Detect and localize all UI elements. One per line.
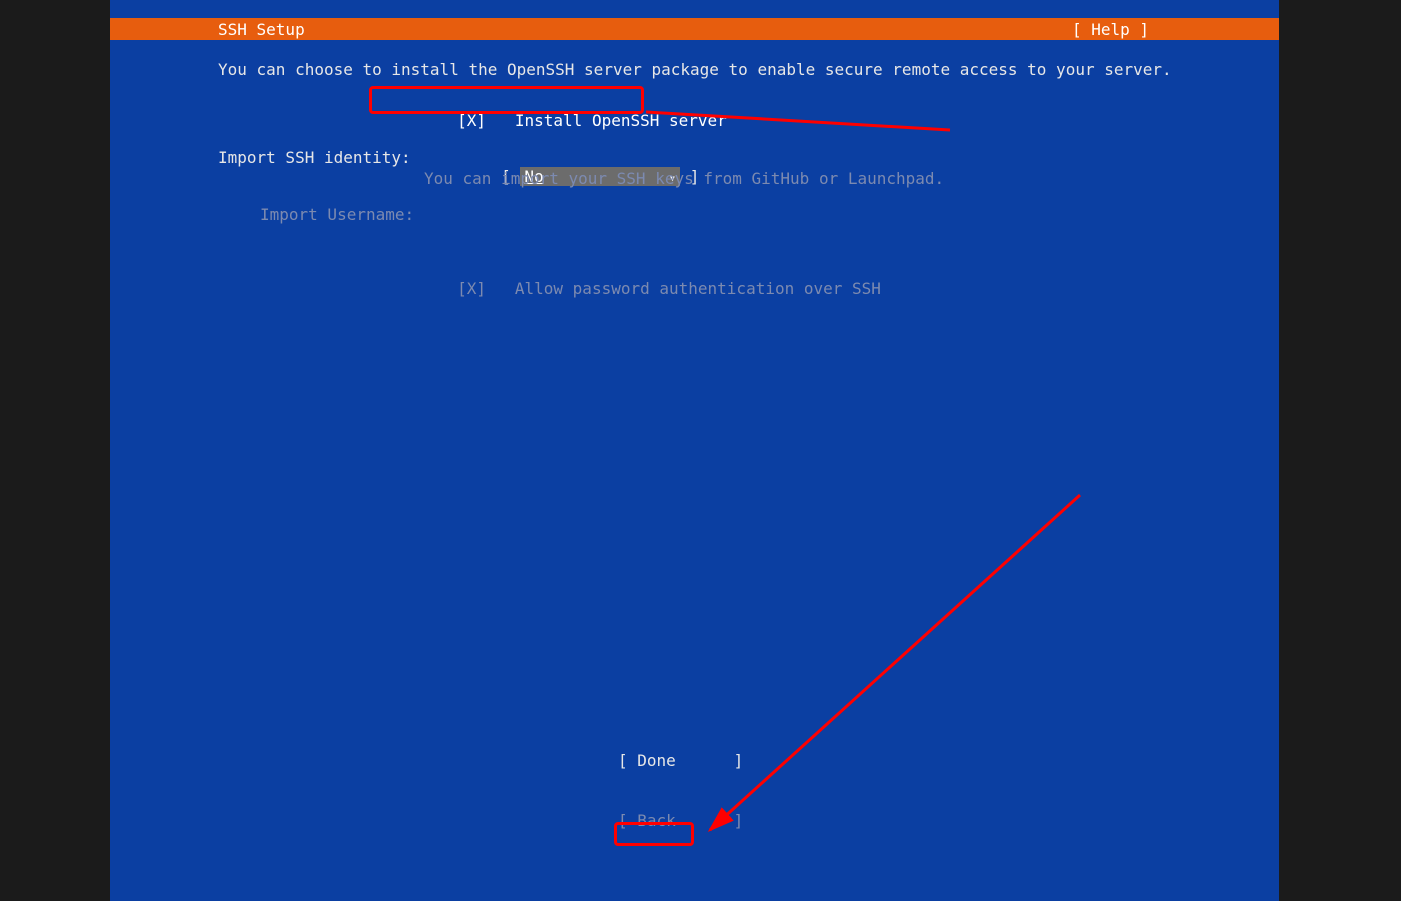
checkbox-label: Install OpenSSH server xyxy=(515,111,727,130)
checkbox-marker: [X] xyxy=(457,111,486,130)
installer-window: SSH Setup [ Help ] You can choose to ins… xyxy=(110,0,1279,901)
install-openssh-checkbox[interactable]: [X] Install OpenSSH server xyxy=(380,92,727,149)
screen: SSH Setup [ Help ] You can choose to ins… xyxy=(0,0,1401,901)
allow-password-auth-checkbox[interactable]: [X] Allow password authentication over S… xyxy=(380,260,881,317)
body-area: You can choose to install the OpenSSH se… xyxy=(110,40,1279,901)
page-title: SSH Setup xyxy=(218,20,305,39)
import-identity-label: Import SSH identity: xyxy=(218,148,411,167)
checkbox-marker: [X] xyxy=(457,279,486,298)
bracket-open: [ xyxy=(618,751,637,770)
done-button[interactable]: [ Done ] xyxy=(618,751,743,771)
bracket-close: ] xyxy=(734,811,744,830)
title-bar: SSH Setup [ Help ] xyxy=(110,18,1279,40)
back-label: Back xyxy=(637,811,676,830)
bracket-open: [ xyxy=(618,811,637,830)
done-label: Done xyxy=(637,751,676,770)
top-spacer xyxy=(110,0,1279,18)
help-button[interactable]: [ Help ] xyxy=(1072,20,1149,39)
checkbox-label: Allow password authentication over SSH xyxy=(515,279,881,298)
footer-buttons: [ Done ] [ Back ] xyxy=(618,711,743,871)
import-username-label: Import Username: xyxy=(260,205,414,224)
bracket-close: ] xyxy=(734,751,744,770)
back-button[interactable]: [ Back ] xyxy=(618,811,743,831)
import-identity-hint: You can import your SSH keys from GitHub… xyxy=(424,169,944,188)
intro-text: You can choose to install the OpenSSH se… xyxy=(218,60,1172,79)
